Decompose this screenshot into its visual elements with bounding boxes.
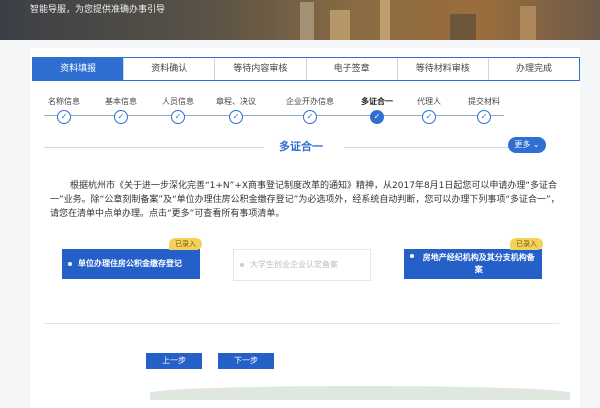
- progress-steps: 资料填报 资料确认 等待内容审核 电子签章 等待材料审核 办理完成: [32, 57, 580, 81]
- bullet-icon: [240, 262, 244, 267]
- step-material-review: 等待材料审核: [398, 58, 489, 80]
- banner-building: [300, 2, 314, 40]
- check-icon: ✓: [477, 110, 491, 124]
- option-housing-fund[interactable]: 单位办理住房公积金缴存登记: [62, 249, 200, 279]
- substep-multi-cert[interactable]: 多证合一 ✓: [347, 96, 407, 124]
- section-header: 多证合一: [44, 138, 554, 156]
- substep-label: 章程、决议: [216, 97, 256, 106]
- prev-button[interactable]: 上一步: [146, 353, 202, 369]
- substep-label: 多证合一: [361, 97, 393, 106]
- check-icon: ✓: [114, 110, 128, 124]
- step-content-review: 等待内容审核: [215, 58, 307, 80]
- divider: [44, 323, 559, 324]
- substep-label: 代理人: [417, 97, 441, 106]
- description-text: 根据杭州市《关于进一步深化完善“1+N”+X商事登记制度改革的通知》精神，从20…: [50, 181, 560, 219]
- banner-building: [520, 6, 536, 40]
- bullet-icon: [410, 253, 414, 258]
- main-card: 资料填报 资料确认 等待内容审核 电子签章 等待材料审核 办理完成 名称信息 ✓…: [30, 48, 580, 408]
- step-data-entry: 资料填报: [33, 58, 125, 80]
- option-startup-filing: 大学生创业企业认定备案: [233, 249, 371, 281]
- step-e-signature: 电子签章: [307, 58, 398, 80]
- substep-label: 名称信息: [48, 97, 80, 106]
- substep-personnel-info[interactable]: 人员信息 ✓: [148, 96, 208, 124]
- sub-steps: 名称信息 ✓ 基本信息 ✓ 人员信息 ✓ 章程、决议 ✓ 企业开办信息 ✓ 多证…: [44, 96, 504, 126]
- substep-label: 人员信息: [162, 97, 194, 106]
- entered-badge: 已录入: [169, 238, 202, 250]
- divider: [44, 147, 264, 148]
- more-button[interactable]: 更多 ⌄: [508, 137, 546, 153]
- substep-agent[interactable]: 代理人 ✓: [399, 96, 459, 124]
- header-banner: 智能导服，为您提供准确办事引导: [0, 0, 600, 40]
- substep-label: 提交材料: [468, 97, 500, 106]
- banner-building: [330, 10, 350, 40]
- bullet-icon: [68, 261, 72, 266]
- next-button[interactable]: 下一步: [218, 353, 274, 369]
- check-icon: ✓: [303, 110, 317, 124]
- check-icon: ✓: [370, 110, 384, 124]
- footer-decoration: [150, 386, 570, 400]
- check-icon: ✓: [171, 110, 185, 124]
- option-label: 单位办理住房公积金缴存登记: [78, 259, 182, 268]
- substep-opening-info[interactable]: 企业开办信息 ✓: [280, 96, 340, 124]
- substep-charter[interactable]: 章程、决议 ✓: [206, 96, 266, 124]
- banner-tagline: 智能导服，为您提供准确办事引导: [30, 5, 166, 15]
- section-title: 多证合一: [279, 140, 323, 153]
- option-label: 大学生创业企业认定备案: [250, 260, 338, 269]
- option-label: 房地产经纪机构及其分支机构备案: [422, 253, 535, 274]
- entered-badge: 已录入: [510, 238, 543, 250]
- banner-building: [380, 0, 390, 40]
- substep-label: 基本信息: [105, 97, 137, 106]
- substep-basic-info[interactable]: 基本信息 ✓: [91, 96, 151, 124]
- divider: [344, 147, 514, 148]
- substep-name-info[interactable]: 名称信息 ✓: [34, 96, 94, 124]
- step-completed: 办理完成: [515, 64, 552, 74]
- option-real-estate[interactable]: 房地产经纪机构及其分支机构备案: [404, 249, 542, 279]
- substep-submit-materials[interactable]: 提交材料 ✓: [454, 96, 514, 124]
- check-icon: ✓: [229, 110, 243, 124]
- check-icon: ✓: [57, 110, 71, 124]
- banner-building: [450, 14, 476, 40]
- step-data-confirm: 资料确认: [124, 58, 216, 80]
- check-icon: ✓: [422, 110, 436, 124]
- substep-label: 企业开办信息: [286, 97, 334, 106]
